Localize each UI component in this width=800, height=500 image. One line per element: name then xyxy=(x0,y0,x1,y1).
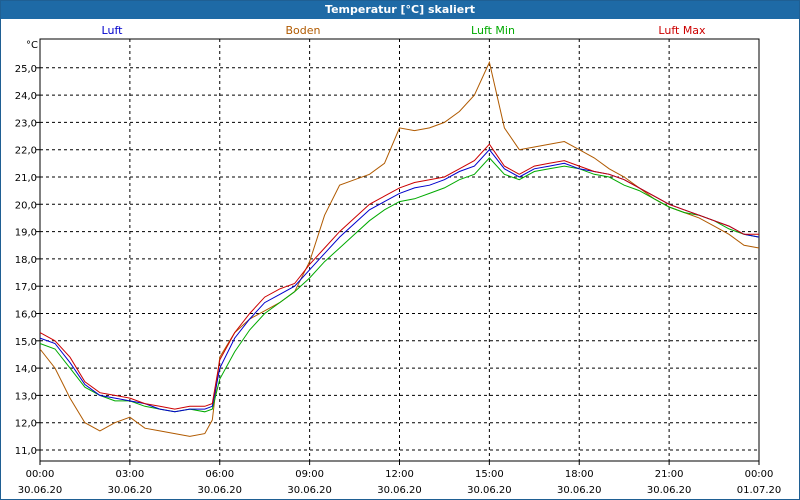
x-tick-time: 12:00 xyxy=(385,469,414,480)
legend-luft-max: Luft Max xyxy=(658,24,706,37)
grid xyxy=(36,39,760,465)
y-tick-label: 21,0 xyxy=(15,173,37,184)
y-unit-label: °C xyxy=(26,40,38,51)
x-tick-date: 30.06.20 xyxy=(18,485,63,496)
x-tick-date: 30.06.20 xyxy=(377,485,422,496)
x-tick-time: 15:00 xyxy=(475,469,504,480)
x-axis-ticks: 00:00 30.06.20 03:00 30.06.20 06:00 30.06.20 0… xyxy=(18,469,782,496)
x-tick-time: 00:00 xyxy=(26,469,55,480)
y-tick-label: 25,0 xyxy=(15,64,37,75)
y-tick-label: 19,0 xyxy=(15,228,37,239)
x-tick-date: 01.07.20 xyxy=(737,485,782,496)
x-tick-date: 30.06.20 xyxy=(647,485,692,496)
x-tick-date: 30.06.20 xyxy=(108,485,153,496)
x-tick-date: 30.06.20 xyxy=(197,485,242,496)
y-tick-label: 13,0 xyxy=(15,391,37,402)
x-tick-time: 06:00 xyxy=(205,469,234,480)
y-tick-label: 17,0 xyxy=(15,282,37,293)
y-tick-label: 23,0 xyxy=(15,118,37,129)
x-tick-date: 30.06.20 xyxy=(557,485,602,496)
legend: Luft Boden Luft Min Luft Max xyxy=(102,24,707,37)
y-tick-label: 15,0 xyxy=(15,337,37,348)
y-tick-label: 18,0 xyxy=(15,255,37,266)
x-tick-time: 18:00 xyxy=(565,469,594,480)
y-tick-label: 16,0 xyxy=(15,310,37,321)
x-tick-date: 30.06.20 xyxy=(467,485,512,496)
legend-boden: Boden xyxy=(286,24,321,37)
y-tick-label: 24,0 xyxy=(15,91,37,102)
x-tick-time: 21:00 xyxy=(655,469,684,480)
y-tick-label: 22,0 xyxy=(15,146,37,157)
legend-luft: Luft xyxy=(102,24,124,37)
y-tick-label: 11,0 xyxy=(15,446,37,457)
y-axis-ticks: 11,0 12,0 13,0 14,0 15,0 16,0 17,0 18,0 19,0 20,0… xyxy=(15,64,37,457)
legend-luft-min: Luft Min xyxy=(471,24,515,37)
x-tick-time: 03:00 xyxy=(115,469,144,480)
x-tick-time: 09:00 xyxy=(295,469,324,480)
temperature-chart: Luft Boden Luft Min Luft Max °C 11,0 12,0… xyxy=(15,24,782,496)
y-tick-label: 20,0 xyxy=(15,200,37,211)
y-tick-label: 12,0 xyxy=(15,419,37,430)
x-tick-time: 00:00 xyxy=(745,469,774,480)
x-tick-date: 30.06.20 xyxy=(287,485,332,496)
y-tick-label: 14,0 xyxy=(15,364,37,375)
